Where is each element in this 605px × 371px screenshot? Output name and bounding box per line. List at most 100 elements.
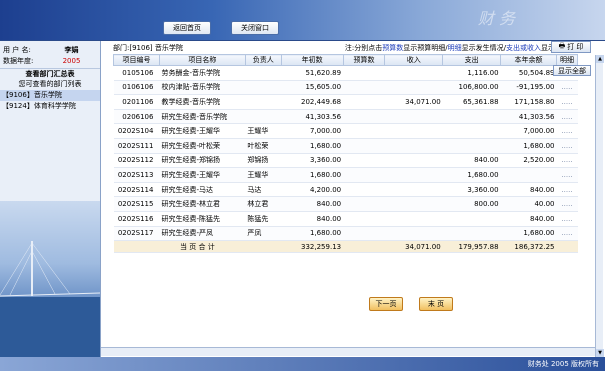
col-header-budget: 预算数 (342, 54, 386, 66)
table-row[interactable]: 0202S113 研究生经费-王耀华 王耀华 1,680.00 1,680.00....… (113, 167, 578, 183)
cell-opening: 3,360.00 (281, 153, 344, 169)
cell-owner: 叶松荣 (245, 138, 282, 154)
cell-name: 研究生经费-郑锦扬 (159, 153, 246, 169)
cell-owner (245, 80, 282, 96)
user-row: 用 户 名: 李娟 (0, 44, 100, 55)
cell-budget (343, 65, 385, 81)
close-window-button[interactable]: 关闭窗口 (231, 21, 279, 35)
table-row[interactable]: 0202S104 研究生经费-王耀华 王耀华 7,000.00 7,000.00....… (113, 123, 578, 139)
cell-name: 研究生经费-林立君 (159, 196, 246, 212)
cell-expense: 1,680.00 (442, 167, 501, 183)
table-row[interactable]: 0202S111 研究生经费-叶松荣 叶松荣 1,680.00 1,680.00....… (113, 138, 578, 154)
cell-expense (442, 211, 501, 227)
cell-income (384, 123, 443, 139)
home-button[interactable]: 返回首页 (163, 21, 211, 35)
cell-detail[interactable]: ..... (556, 153, 578, 169)
sidebar-item-dept-9106[interactable]: 【9106】音乐学院 (0, 90, 100, 101)
cell-code: 0206106 (113, 109, 160, 125)
cell-balance: 840.00 (500, 182, 557, 198)
cell-balance: 50,504.89 (500, 65, 557, 81)
cell-balance: 7,000.00 (500, 123, 557, 139)
budget-link[interactable]: 预算数 (382, 44, 403, 52)
cell-detail[interactable]: ..... (556, 226, 578, 242)
year-value: 2005 (62, 56, 81, 65)
instruction-note: 注:分别点击预算数显示预算明细/明细显示发生情况/支出或收入显示科目分析 (344, 44, 583, 52)
cell-name: 劳务酬金-音乐学院 (159, 65, 246, 81)
cell-detail[interactable]: ..... (556, 167, 578, 183)
cell-name: 研究生经费-严凤 (159, 226, 246, 242)
user-value: 李娟 (64, 45, 79, 54)
spend-income-link[interactable]: 支出或收入 (506, 44, 541, 52)
cell-code: 0202S113 (113, 167, 160, 183)
cell-balance (500, 167, 557, 183)
scroll-down-icon[interactable]: ▼ (596, 349, 604, 357)
cell-opening: 1,680.00 (281, 138, 344, 154)
detail-link[interactable]: 明细 (448, 44, 462, 52)
cell-budget (343, 109, 385, 125)
cell-balance: 840.00 (500, 211, 557, 227)
total-row: 当 页 合 计 332,259.13 34,071.00 179,957.88 186,… (113, 240, 578, 254)
cell-opening: 51,620.89 (281, 65, 344, 81)
last-page-button[interactable]: 末 页 (419, 297, 453, 311)
col-header-code: 项目编号 (113, 54, 160, 66)
col-header-name: 项目名称 (158, 54, 246, 66)
cell-income (384, 65, 443, 81)
cell-owner: 马达 (245, 182, 282, 198)
cell-detail[interactable]: ..... (556, 80, 578, 96)
horizontal-scrollbar[interactable] (101, 347, 595, 356)
total-budget (343, 240, 385, 254)
cell-expense (442, 109, 501, 125)
cell-opening: 41,303.56 (281, 109, 344, 125)
cell-opening: 15,605.00 (281, 80, 344, 96)
cell-owner: 严凤 (245, 226, 282, 242)
cell-balance: 40.00 (500, 196, 557, 212)
cell-detail[interactable]: ..... (556, 123, 578, 139)
year-key: 数据年度: (3, 56, 34, 65)
cell-expense: 106,800.00 (442, 80, 501, 96)
col-header-income: 收入 (384, 54, 444, 66)
table-body: 0105106 劳务酬金-音乐学院 51,620.89 1,116.00 50,504.… (113, 65, 578, 254)
table-row[interactable]: 0202S116 研究生经费-陈猛先 陈猛先 840.00 840.00..... (113, 211, 578, 227)
cell-budget (343, 226, 385, 242)
cell-income (384, 211, 443, 227)
top-banner: 财 务 返回首页 关闭窗口 (0, 0, 605, 41)
scroll-up-icon[interactable]: ▲ (596, 55, 604, 63)
cell-expense (442, 123, 501, 139)
next-page-button[interactable]: 下一页 (369, 297, 403, 311)
cell-code: 0202S117 (113, 226, 160, 242)
cell-detail[interactable]: ..... (556, 109, 578, 125)
vertical-scrollbar[interactable]: ▲ ▼ (595, 55, 604, 357)
table-row[interactable]: 0202S115 研究生经费-林立君 林立君 840.00 800.00 40.00...… (113, 196, 578, 212)
print-button[interactable]: 🖶 打 印 (551, 41, 591, 53)
cell-detail[interactable]: ..... (556, 138, 578, 154)
cell-detail[interactable]: ..... (556, 182, 578, 198)
cell-name: 教学经费-音乐学院 (159, 94, 246, 110)
total-expense: 179,957.88 (442, 240, 501, 254)
table-row[interactable]: 0206106 研究生经费-音乐学院 41,303.56 41,303.56..... (113, 109, 578, 125)
cell-name: 研究生经费-叶松荣 (159, 138, 246, 154)
print-label: 打 印 (567, 43, 584, 51)
table-row[interactable]: 0105106 劳务酬金-音乐学院 51,620.89 1,116.00 50,504.… (113, 65, 578, 81)
table-row[interactable]: 0201106 教学经费-音乐学院 202,449.68 34,071.00 65,36… (113, 94, 578, 110)
cell-balance: -91,195.00 (500, 80, 557, 96)
table-row[interactable]: 0202S114 研究生经费-马达 马达 4,200.00 3,360.00 840.00… (113, 182, 578, 198)
cell-opening: 840.00 (281, 211, 344, 227)
year-row: 数据年度: 2005 (0, 55, 100, 66)
budget-table: 项目编号 项目名称 负责人 年初数 预算数 收入 支出 本年余额 明细 0105… (113, 54, 578, 254)
user-key: 用 户 名: (3, 45, 31, 54)
show-all-button[interactable]: 显示全部 (553, 65, 591, 76)
table-row[interactable]: 0202S117 研究生经费-严凤 严凤 1,680.00 1,680.00..... (113, 226, 578, 242)
cell-code: 0201106 (113, 94, 160, 110)
table-row[interactable]: 0202S112 研究生经费-郑锦扬 郑锦扬 3,360.00 840.00 2,520.… (113, 153, 578, 169)
bridge-illustration (0, 241, 100, 357)
sidebar-item-dept-9124[interactable]: 【9124】体育科学学院 (0, 101, 100, 112)
summary-link[interactable]: 查看部门汇总表 (0, 68, 100, 79)
cell-owner: 郑锦扬 (245, 153, 282, 169)
cell-detail[interactable]: ..... (556, 211, 578, 227)
cell-name: 研究生经费-马达 (159, 182, 246, 198)
cell-detail[interactable]: ..... (556, 196, 578, 212)
total-income: 34,071.00 (384, 240, 443, 254)
cell-detail[interactable]: ..... (556, 94, 578, 110)
table-row[interactable]: 0106106 校内津贴-音乐学院 15,605.00 106,800.00 -91,1… (113, 80, 578, 96)
cell-code: 0105106 (113, 65, 160, 81)
